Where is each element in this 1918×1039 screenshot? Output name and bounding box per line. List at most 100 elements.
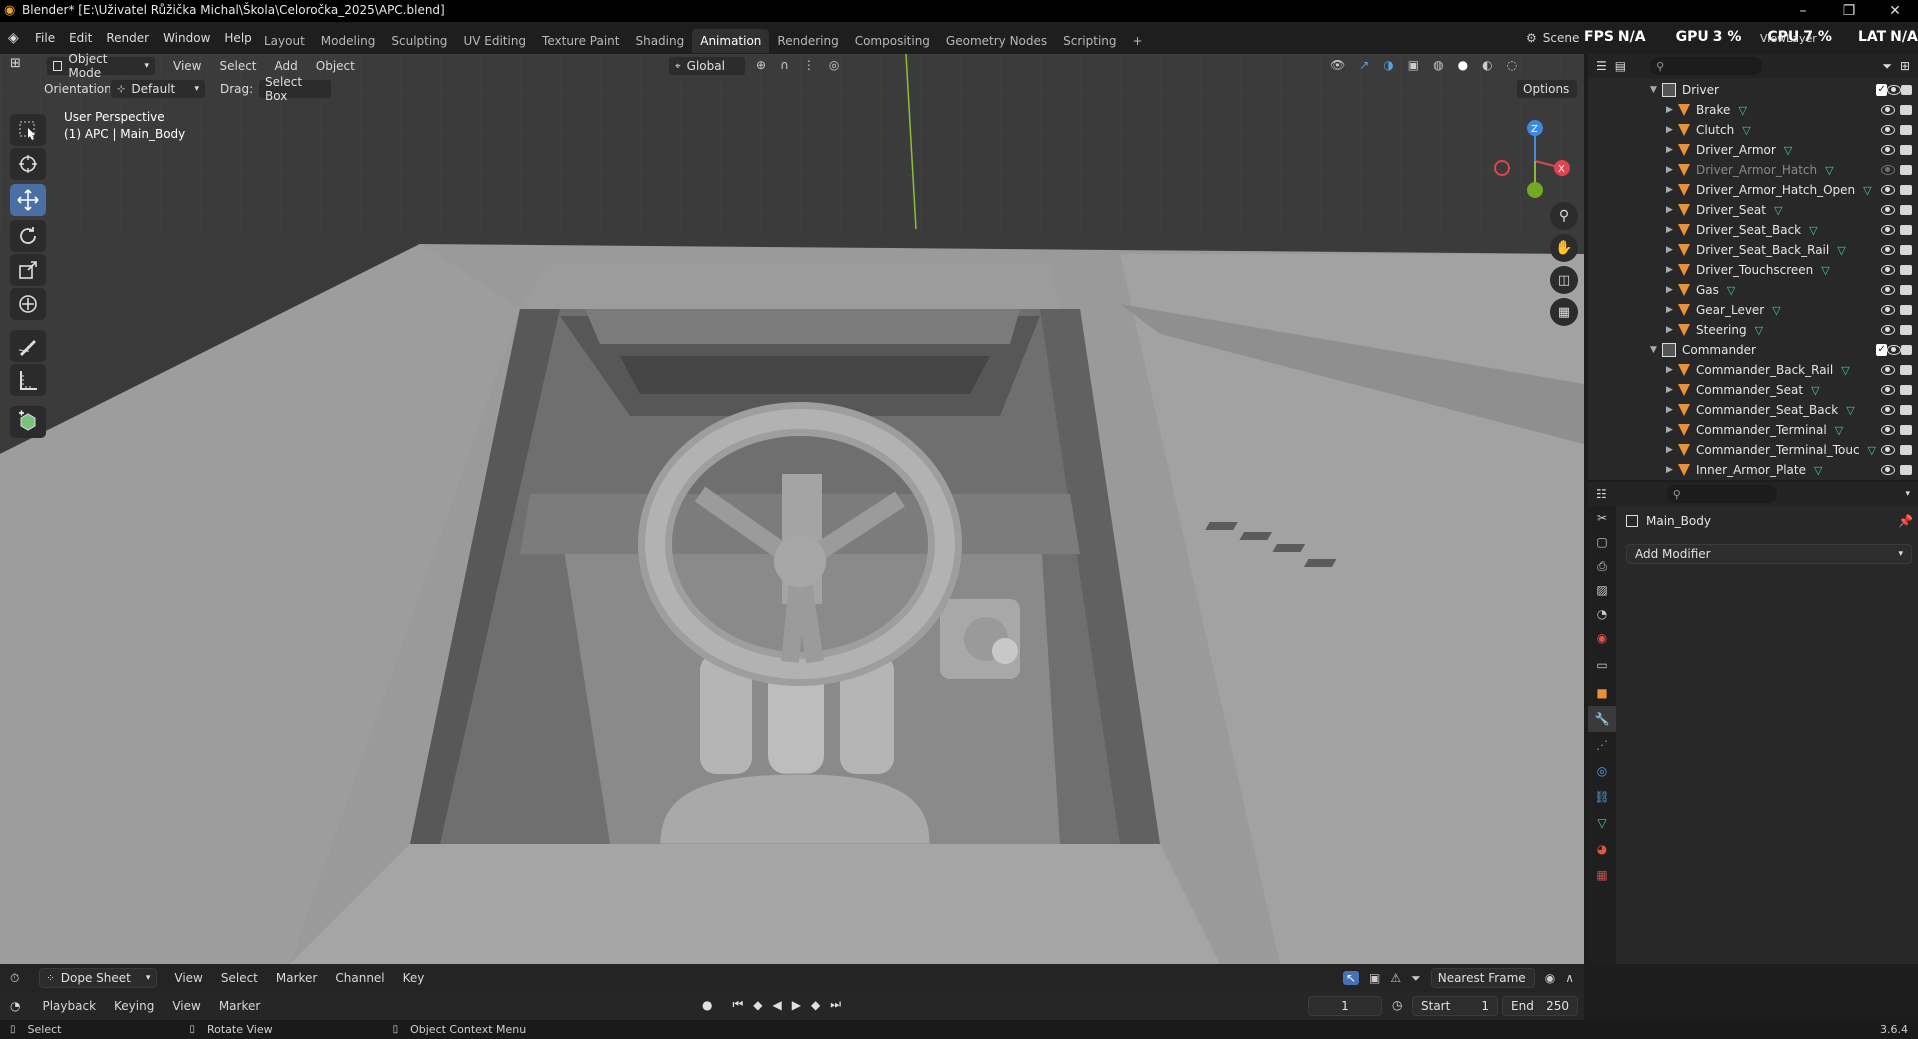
viewport-menu-select[interactable]: Select [210, 59, 265, 73]
eye-icon[interactable] [1881, 465, 1895, 475]
ortho-grid-icon[interactable]: ▦ [1550, 298, 1578, 326]
expand-right-icon[interactable]: ▶ [1666, 105, 1678, 115]
texture-tab-icon[interactable]: ▦ [1588, 862, 1616, 888]
modifier-tab-icon[interactable]: 🔧 [1588, 706, 1616, 732]
options-dropdown[interactable]: Options [1516, 79, 1578, 99]
viewport-menu-object[interactable]: Object [307, 59, 364, 73]
expand-right-icon[interactable]: ▶ [1666, 445, 1678, 455]
minimize-button[interactable]: – [1780, 0, 1826, 22]
render-tab-icon[interactable]: ▢ [1588, 530, 1616, 554]
tab-modeling[interactable]: Modeling [313, 29, 384, 53]
scene-selector[interactable]: ⚙ Scene [1526, 28, 1579, 48]
camera-icon[interactable] [1900, 425, 1912, 435]
outliner-row[interactable]: ▶ Driver_Seat_Back_Rail ▽ [1588, 240, 1918, 260]
snap-target-icon[interactable]: ⋮ [803, 58, 815, 72]
view-layer-tab-icon[interactable]: ▨ [1588, 578, 1616, 602]
tab-uv-editing[interactable]: UV Editing [455, 29, 534, 53]
playback-menu[interactable]: Playback [42, 999, 96, 1013]
outliner-row[interactable]: ▶ Gear_Lever ▽ [1588, 300, 1918, 320]
eye-icon[interactable] [1881, 225, 1895, 235]
move-tool[interactable] [10, 184, 46, 216]
expand-right-icon[interactable]: ▶ [1666, 125, 1678, 135]
outliner-row[interactable]: ▶ Driver_Seat ▽ [1588, 200, 1918, 220]
scene-tab-icon[interactable]: ◔ [1588, 602, 1616, 626]
viewport-menu-add[interactable]: Add [266, 59, 307, 73]
camera-icon[interactable] [1900, 85, 1912, 95]
expand-right-icon[interactable]: ▶ [1666, 165, 1678, 175]
expand-right-icon[interactable]: ▶ [1666, 265, 1678, 275]
camera-icon[interactable] [1900, 285, 1912, 295]
expand-right-icon[interactable]: ▶ [1666, 385, 1678, 395]
dope-sheet-menu-key[interactable]: Key [394, 971, 434, 985]
eye-icon[interactable] [1881, 325, 1895, 335]
menu-window[interactable]: Window [156, 28, 217, 48]
select-tool[interactable] [10, 114, 46, 146]
next-keyframe-icon[interactable]: ◆ [811, 998, 820, 1012]
expand-right-icon[interactable]: ▶ [1666, 405, 1678, 415]
measure-tool[interactable] [10, 364, 46, 396]
tab-rendering[interactable]: Rendering [769, 29, 846, 53]
show-hidden-icon[interactable]: ▣ [1369, 971, 1380, 985]
proportional-edit-icon[interactable]: ◎ [829, 58, 839, 72]
prev-keyframe-icon[interactable]: ◆ [753, 998, 762, 1012]
camera-icon[interactable] [1900, 305, 1912, 315]
new-collection-icon[interactable]: ⊞ [1900, 59, 1910, 73]
drag-dropdown[interactable]: Select Box [258, 75, 332, 103]
snap-dropdown[interactable]: Nearest Frame [1430, 968, 1535, 988]
properties-editor-icon[interactable]: ☷ [1596, 487, 1607, 501]
eye-icon[interactable] [1887, 85, 1901, 95]
object-tab-icon[interactable]: ■ [1588, 680, 1616, 706]
start-frame-field[interactable]: Start 1 [1412, 996, 1498, 1016]
expand-right-icon[interactable]: ▶ [1666, 185, 1678, 195]
data-tab-icon[interactable]: ▽ [1588, 810, 1616, 836]
record-icon[interactable]: ● [702, 998, 712, 1012]
expand-right-icon[interactable]: ▶ [1666, 225, 1678, 235]
eye-icon[interactable] [1881, 165, 1895, 175]
rotate-tool[interactable] [10, 220, 46, 252]
tab-geometry-nodes[interactable]: Geometry Nodes [938, 29, 1055, 53]
eye-icon[interactable] [1881, 265, 1895, 275]
camera-icon[interactable] [1900, 225, 1912, 235]
outliner-row[interactable]: ▶ Driver_Armor_Hatch_Open ▽ [1588, 180, 1918, 200]
tab-shading[interactable]: Shading [627, 29, 692, 53]
camera-icon[interactable] [1900, 185, 1912, 195]
editor-type-icon[interactable]: ⊞ [10, 56, 21, 71]
pan-hand-icon[interactable]: ✋ [1550, 234, 1578, 262]
dope-sheet-menu-select[interactable]: Select [212, 971, 267, 985]
exclude-checkbox[interactable]: ✓ [1876, 84, 1888, 96]
eye-icon[interactable] [1881, 305, 1895, 315]
overlay-toggle-icon[interactable]: ◑ [1383, 58, 1393, 72]
outliner-row[interactable]: ▶ Driver_Touchscreen ▽ [1588, 260, 1918, 280]
solid-shading-icon[interactable]: ● [1458, 58, 1468, 72]
camera-icon[interactable] [1900, 205, 1912, 215]
expand-right-icon[interactable]: ▶ [1666, 245, 1678, 255]
camera-icon[interactable] [1900, 325, 1912, 335]
dope-sheet-menu-channel[interactable]: Channel [326, 971, 393, 985]
restore-button[interactable]: ❐ [1826, 0, 1872, 22]
eye-icon[interactable] [1881, 365, 1895, 375]
tab-texture-paint[interactable]: Texture Paint [534, 29, 627, 53]
eye-icon[interactable] [1881, 145, 1895, 155]
only-selected-icon[interactable]: ↖ [1342, 971, 1359, 985]
clock-icon[interactable]: ◷ [1392, 998, 1402, 1012]
tab-animation[interactable]: Animation [692, 29, 770, 53]
blender-menu-icon[interactable]: ◈ [8, 30, 19, 46]
expand-right-icon[interactable]: ▶ [1666, 285, 1678, 295]
outliner-row[interactable]: ▶ Commander_Terminal ▽ [1588, 420, 1918, 440]
view-menu[interactable]: View [172, 999, 200, 1013]
snapping-controls[interactable]: ⊕ ∩ ⋮ ◎ [756, 58, 839, 72]
eye-icon[interactable] [1881, 285, 1895, 295]
outliner-row[interactable]: ▼ Driver ✓ [1588, 80, 1918, 100]
eye-icon[interactable] [1881, 405, 1895, 415]
properties-search-input[interactable]: ⚲ [1666, 485, 1777, 503]
close-button[interactable]: ✕ [1872, 0, 1918, 22]
filter-icon[interactable]: ⏷ [1882, 59, 1892, 74]
viewlayer-label[interactable]: ViewLayer [1760, 32, 1817, 45]
expand-right-icon[interactable]: ▶ [1666, 465, 1678, 475]
outliner-row[interactable]: ▶ Commander_Back_Rail ▽ [1588, 360, 1918, 380]
menu-help[interactable]: Help [217, 28, 258, 48]
eye-icon[interactable] [1881, 245, 1895, 255]
3d-viewport[interactable]: User Perspective (1) APC | Main_Body Z X… [0, 54, 1584, 964]
camera-icon[interactable] [1900, 245, 1912, 255]
tab-scripting[interactable]: Scripting [1055, 29, 1124, 53]
